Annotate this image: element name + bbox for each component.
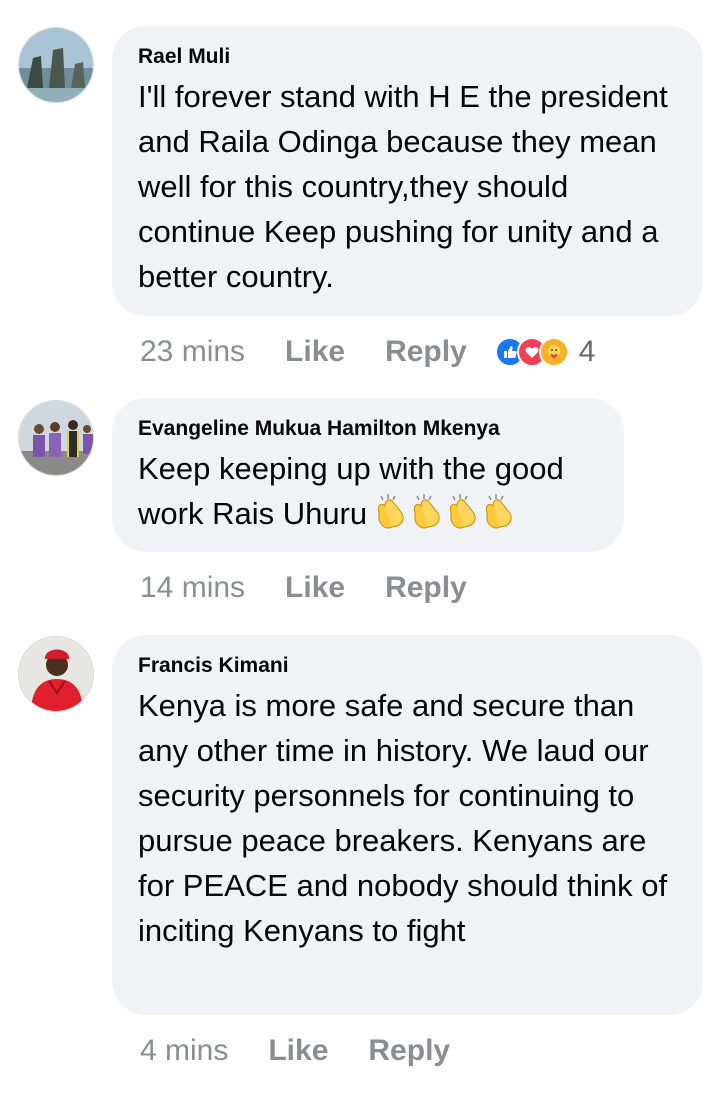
avatar[interactable] [18,636,94,712]
comment-actions: 14 mins Like Reply [140,568,507,608]
care-icon [538,337,569,367]
comment-bubble: Evangeline Mukua Hamilton Mkenya Keep ke… [112,398,624,552]
comment-bubble: Francis Kimani Kenya is more safe and se… [112,635,703,1015]
comment-timestamp[interactable]: 14 mins [140,571,245,605]
clapping-hands-emoji [450,494,476,529]
comment-timestamp[interactable]: 4 mins [140,1034,228,1068]
avatar[interactable] [18,27,94,103]
comment-text: I'll forever stand with H E the presiden… [138,79,668,294]
like-button[interactable]: Like [285,571,345,605]
comment-timestamp[interactable]: 23 mins [140,335,245,369]
like-button[interactable]: Like [268,1034,328,1068]
comment-text: Kenya is more safe and secure than any o… [138,688,668,948]
reaction-summary[interactable]: 4 [494,335,596,369]
reply-button[interactable]: Reply [368,1034,450,1068]
comment-author[interactable]: Evangeline Mukua Hamilton Mkenya [138,416,598,442]
comment-text: Keep keeping up with the good work Rais … [138,446,598,542]
comment-actions: 4 mins Like Reply [140,1031,490,1071]
reply-button[interactable]: Reply [385,571,467,605]
emoji-group [375,492,519,542]
like-button[interactable]: Like [285,335,345,369]
reaction-count: 4 [578,335,596,368]
comment-actions: 23 mins Like Reply 4 [140,332,595,372]
reply-button[interactable]: Reply [385,335,467,369]
avatar[interactable] [18,400,94,476]
comment-author[interactable]: Rael Muli [138,44,677,70]
clapping-hands-emoji [378,494,404,529]
clapping-hands-emoji [486,494,512,529]
comment-bubble: Rael Muli I'll forever stand with H E th… [112,26,703,316]
clapping-hands-emoji [414,494,440,529]
comment-author[interactable]: Francis Kimani [138,653,677,679]
